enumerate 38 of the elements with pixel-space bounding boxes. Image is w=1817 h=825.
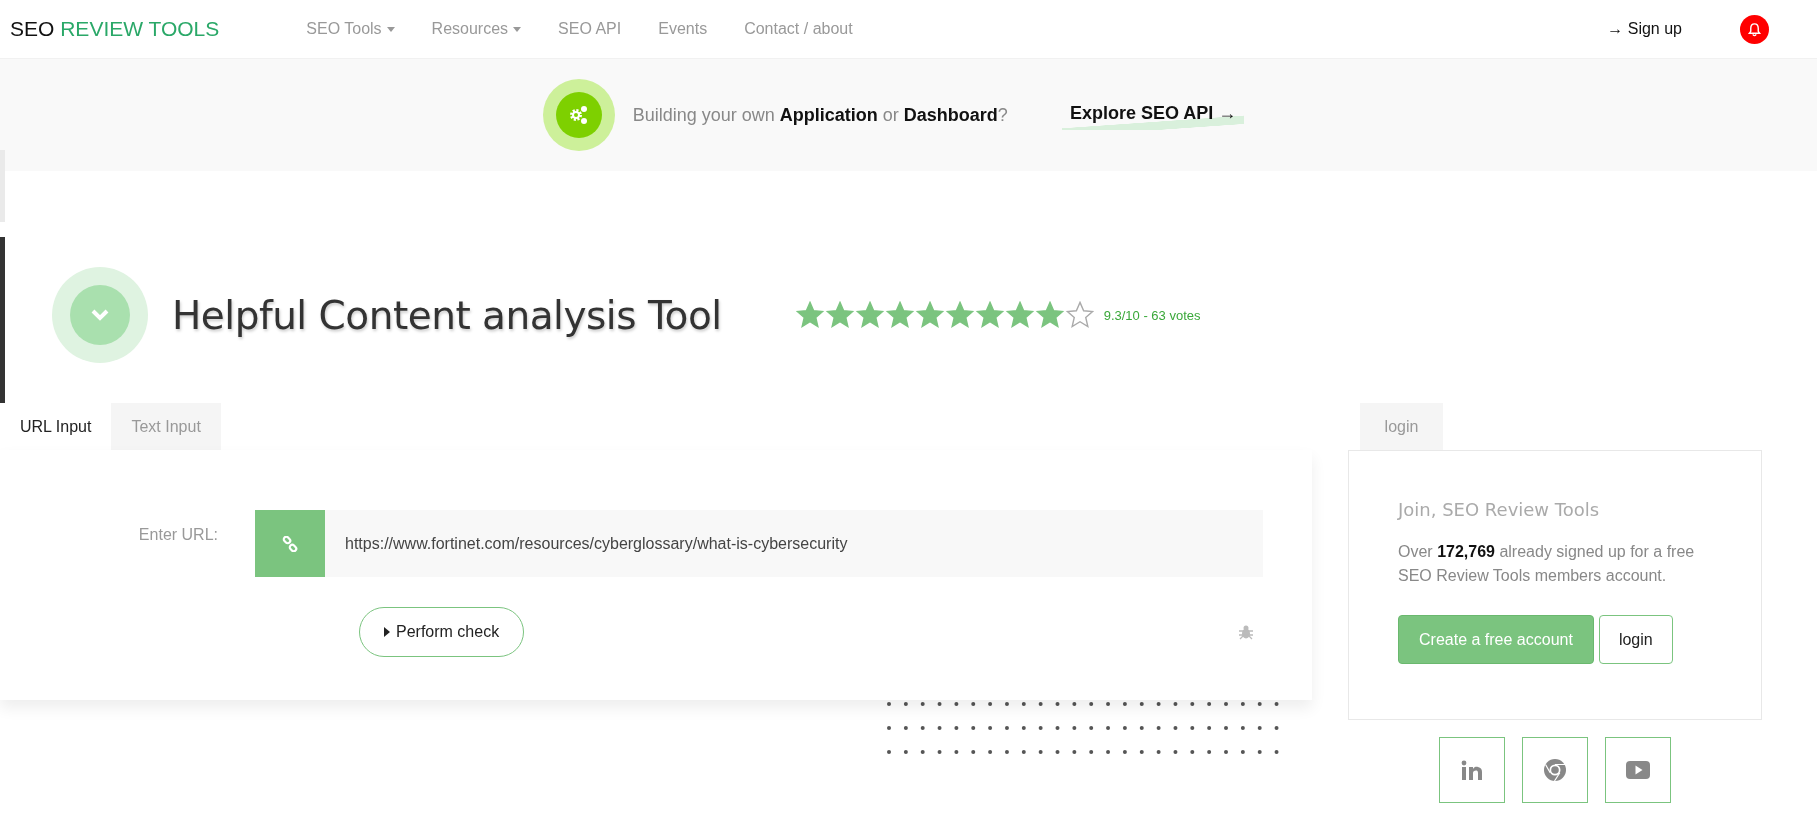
link-icon: [255, 510, 325, 577]
panel-text: Over 172,769 already signed up for a free SEO Review Tools members account.: [1398, 542, 1696, 586]
star-icon[interactable]: [945, 301, 974, 329]
url-label: Enter URL:: [137, 525, 219, 544]
nav-link[interactable]: Contact / about: [744, 20, 853, 38]
page-title: Helpful Content analysis Tool: [172, 292, 722, 338]
star-icon[interactable]: [1035, 301, 1064, 329]
caret-icon: [513, 26, 522, 32]
tab[interactable]: Text Input: [111, 403, 221, 450]
linkedin-icon[interactable]: [1439, 737, 1505, 803]
star-icon[interactable]: [795, 301, 824, 329]
logo[interactable]: SEO REVIEW TOOLS: [10, 17, 220, 41]
login-tab[interactable]: login: [1360, 403, 1443, 450]
panel-heading: Join, SEO Review Tools: [1398, 499, 1601, 520]
sign-up-link[interactable]: → Sign up: [1607, 20, 1682, 38]
rating-text: 9.3/10 - 63 votes: [1103, 307, 1201, 323]
play-icon: [384, 627, 390, 637]
chrome-icon[interactable]: [1522, 737, 1588, 803]
perform-check-button[interactable]: Perform check: [359, 607, 525, 657]
bug-icon[interactable]: [1238, 624, 1254, 640]
nav-link[interactable]: Resources: [431, 20, 522, 38]
star-icon[interactable]: [825, 301, 854, 329]
star-icon[interactable]: [855, 301, 884, 329]
star-icon[interactable]: [1005, 301, 1034, 329]
notification-bell-icon[interactable]: [1740, 14, 1769, 44]
star-icon[interactable]: [915, 301, 944, 329]
login-button[interactable]: login: [1598, 615, 1673, 664]
youtube-icon[interactable]: [1605, 737, 1671, 803]
create-account-button[interactable]: Create a free account: [1398, 615, 1594, 664]
nav-link[interactable]: SEO API: [558, 20, 622, 38]
url-field[interactable]: https://www.fortinet.com/resources/cyberglossary/what-is-cybersecurity: [325, 510, 1263, 577]
nav-link[interactable]: SEO Tools: [306, 20, 395, 38]
caret-icon: [386, 26, 395, 32]
star-icon[interactable]: [885, 301, 914, 329]
banner-text: Building your own Application or Dashboard?: [632, 104, 1008, 126]
star-icon[interactable]: [975, 301, 1004, 329]
star-icon[interactable]: [1065, 301, 1094, 329]
nav-link[interactable]: Events: [658, 20, 708, 38]
